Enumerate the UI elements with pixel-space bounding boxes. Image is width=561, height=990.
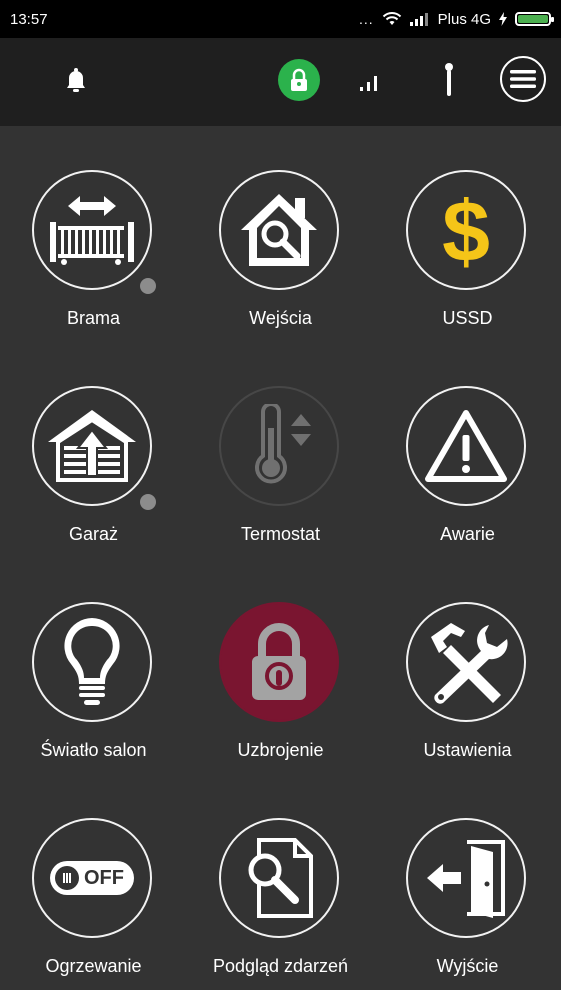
toggle-knob [55,866,79,890]
garage-icon [44,408,140,484]
light-bulb-icon [57,614,127,710]
svg-text:$: $ [442,185,490,275]
tile-brama[interactable]: Brama [0,126,187,342]
swiatlo-salon-button[interactable] [32,602,152,722]
garaz-button[interactable] [32,386,152,506]
gate-icon [44,192,140,268]
charging-icon [499,12,507,26]
termostat-button[interactable] [219,386,339,506]
toggle-off-icon: OFF [50,861,134,895]
tile-swiatlo-salon[interactable]: Światło salon [0,558,187,774]
awarie-button[interactable] [406,386,526,506]
ustawienia-button[interactable] [406,602,526,722]
padlock-icon [244,620,314,704]
tile-label: Awarie [440,524,495,544]
uzbrojenie-button[interactable] [219,602,339,722]
status-indicators: ... Plus 4G [358,10,554,28]
tile-label: Wyjście [436,956,499,976]
tile-ogrzewanie[interactable]: OFF Ogrzewanie [0,774,187,990]
lock-icon [289,68,309,92]
tile-label: Garaż [68,524,119,544]
tile-wejscia[interactable]: Wejścia [187,126,374,342]
podglad-zdarzen-button[interactable] [219,818,339,938]
wifi-icon [382,11,402,27]
wejscia-button[interactable] [219,170,339,290]
status-time: 13:57 [10,10,48,28]
antenna-icon[interactable] [434,60,464,98]
status-dot [140,494,156,510]
tile-termostat[interactable]: Termostat [187,342,374,558]
ussd-button[interactable]: $ [406,170,526,290]
tile-garaz[interactable]: Garaż [0,342,187,558]
tile-label: Podgląd zdarzeń [212,956,349,976]
thermometer-icon [239,404,319,488]
tile-awarie[interactable]: Awarie [374,342,561,558]
tile-label: Światło salon [40,740,147,760]
tile-ussd[interactable]: $ USSD [374,126,561,342]
brama-button[interactable] [32,170,152,290]
notification-dots: ... [358,11,374,27]
carrier-label: Plus 4G [437,10,491,28]
tile-label: Uzbrojenie [237,740,324,760]
hamburger-menu-icon[interactable] [500,56,546,102]
house-search-icon [237,190,321,270]
exit-door-icon [421,836,511,920]
signal-bars-icon[interactable] [354,66,384,96]
lock-status-button[interactable] [278,59,320,101]
status-bar: 13:57 ... Plus 4G [0,0,561,38]
ogrzewanie-button[interactable]: OFF [32,818,152,938]
status-dot [140,278,156,294]
document-search-icon [239,834,319,922]
tile-ustawienia[interactable]: Ustawienia [374,558,561,774]
tile-label: Ustawienia [423,740,512,760]
tile-wyjscie[interactable]: Wyjście [374,774,561,990]
wyjscie-button[interactable] [406,818,526,938]
tile-uzbrojenie[interactable]: Uzbrojenie [187,558,374,774]
tile-label: Brama [66,308,120,328]
tile-label: Ogrzewanie [45,956,142,976]
cell-signal-icon [409,12,430,26]
tile-podglad-zdarzen[interactable]: Podgląd zdarzeń [187,774,374,990]
battery-icon [515,12,554,26]
tools-icon [421,617,511,707]
bell-icon[interactable] [60,64,92,96]
tile-label: Termostat [240,524,321,544]
tile-label: USSD [442,308,493,328]
toggle-text: OFF [84,867,124,889]
warning-triangle-icon [424,409,508,483]
top-toolbar [0,38,561,126]
tile-label: Wejścia [249,308,312,328]
dollar-icon: $ [431,185,501,275]
